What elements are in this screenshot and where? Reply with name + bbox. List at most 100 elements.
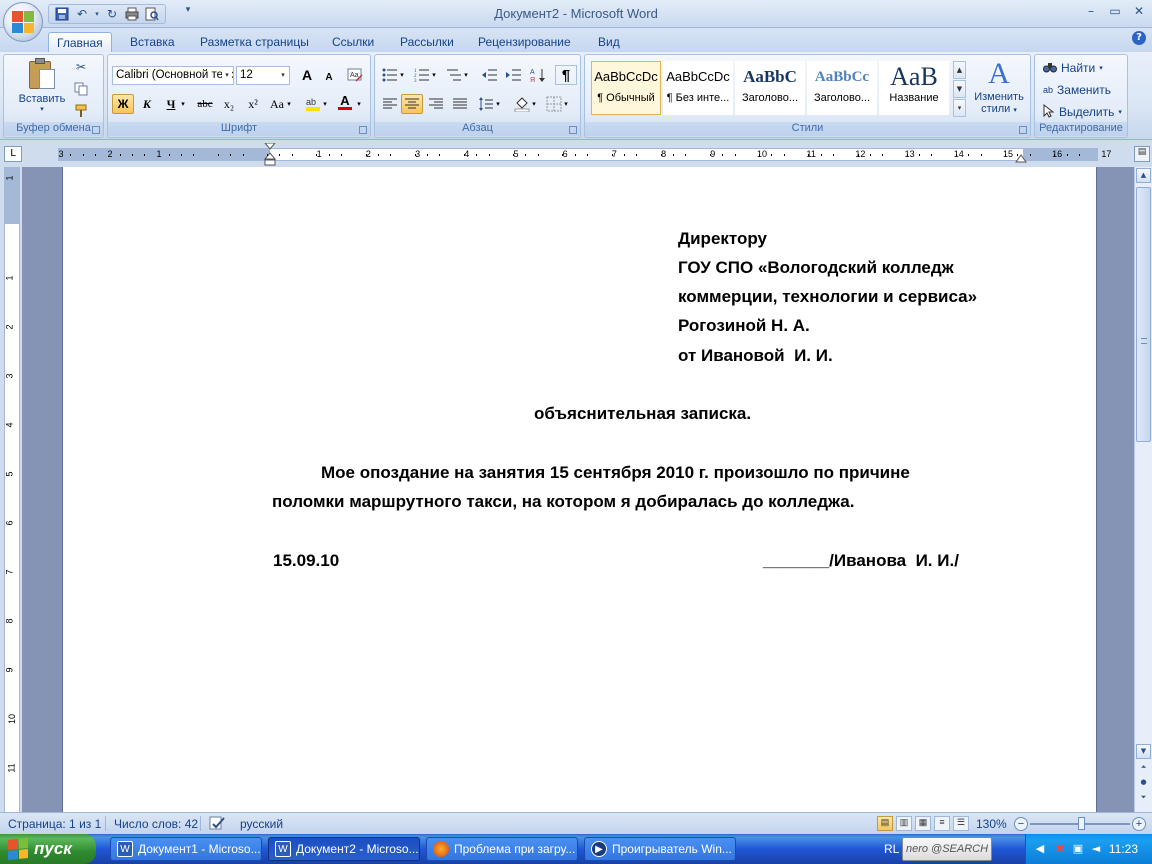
- cut-icon[interactable]: ✂: [72, 58, 90, 76]
- vertical-ruler[interactable]: 1 1 2 3 4 5 6 7 8 9 10 11: [4, 167, 20, 812]
- spelling-check-icon[interactable]: [208, 815, 226, 834]
- taskbar-item-media-player[interactable]: ▶ Проигрыватель Win...: [584, 837, 736, 861]
- outline-view-icon[interactable]: ≡: [934, 816, 950, 831]
- view-ruler-icon[interactable]: ▤: [1134, 146, 1150, 162]
- font-launcher-icon[interactable]: [359, 126, 367, 134]
- volume-icon[interactable]: ◄: [1088, 841, 1104, 857]
- style-no-spacing[interactable]: AaBbCcDc ¶ Без инте...: [663, 61, 733, 115]
- font-size-dropdown-icon[interactable]: ▾: [278, 68, 288, 83]
- zoom-in-button[interactable]: +: [1132, 817, 1146, 831]
- vertical-scrollbar[interactable]: ▲ ▼ ⏶ ● ⏷: [1134, 167, 1152, 812]
- font-color-dropdown-icon[interactable]: ▾: [354, 94, 364, 114]
- justify-icon[interactable]: [449, 94, 471, 114]
- tab-insert[interactable]: Вставка: [122, 32, 183, 52]
- scroll-up-icon[interactable]: ▲: [1136, 168, 1151, 183]
- strikethrough-button[interactable]: abc: [194, 94, 216, 114]
- tab-references[interactable]: Ссылки: [324, 32, 382, 52]
- word-count[interactable]: Число слов: 42: [114, 817, 198, 831]
- document-page[interactable]: Директору ГОУ СПО «Вологодский колледж к…: [62, 167, 1097, 812]
- tab-page-layout[interactable]: Разметка страницы: [192, 32, 317, 52]
- paste-button[interactable]: Вставить ▾: [12, 57, 72, 113]
- zoom-out-button[interactable]: −: [1014, 817, 1028, 831]
- borders-dropdown-icon[interactable]: ▾: [561, 94, 571, 114]
- help-icon[interactable]: ?: [1132, 31, 1146, 45]
- antivirus-icon[interactable]: ✖: [1052, 841, 1068, 857]
- indent-markers-icon[interactable]: [264, 143, 276, 167]
- italic-button[interactable]: К: [136, 94, 158, 114]
- change-case-dropdown-icon[interactable]: ▾: [284, 94, 294, 114]
- taskbar-item-firefox[interactable]: Проблема при загру...: [426, 837, 578, 861]
- next-page-icon[interactable]: ⏷: [1136, 791, 1151, 806]
- taskbar-item-document2[interactable]: W Документ2 - Microso...: [268, 837, 420, 861]
- font-color-button[interactable]: A: [334, 92, 356, 112]
- clipboard-launcher-icon[interactable]: [92, 126, 100, 134]
- print-layout-view-icon[interactable]: ▤: [877, 816, 893, 831]
- highlight-dropdown-icon[interactable]: ▾: [320, 94, 330, 114]
- line-spacing-dropdown-icon[interactable]: ▾: [493, 94, 503, 114]
- web-layout-view-icon[interactable]: ▦: [915, 816, 931, 831]
- gallery-more-icon[interactable]: ▾: [953, 99, 966, 117]
- show-formatting-marks-button[interactable]: ¶: [555, 65, 577, 85]
- format-painter-icon[interactable]: [72, 102, 90, 120]
- numbering-dropdown-icon[interactable]: ▾: [429, 65, 439, 85]
- bullets-dropdown-icon[interactable]: ▾: [397, 65, 407, 85]
- maximize-button[interactable]: ▭: [1104, 4, 1126, 22]
- styles-launcher-icon[interactable]: [1019, 126, 1027, 134]
- tab-home[interactable]: Главная: [48, 32, 112, 52]
- shrink-font-button[interactable]: A: [318, 67, 340, 87]
- tray-expand-icon[interactable]: ◀: [1032, 841, 1048, 857]
- select-button[interactable]: Выделить ▾: [1043, 102, 1122, 122]
- zoom-level[interactable]: 130%: [976, 817, 1007, 831]
- close-button[interactable]: ✕: [1128, 4, 1150, 22]
- font-name-dropdown-icon[interactable]: ▾: [222, 68, 232, 83]
- underline-dropdown-icon[interactable]: ▾: [178, 94, 188, 114]
- find-button[interactable]: Найти ▾: [1043, 58, 1103, 78]
- draft-view-icon[interactable]: ☰: [953, 816, 969, 831]
- tab-selector-button[interactable]: L: [4, 146, 22, 162]
- paste-dropdown-icon[interactable]: ▾: [12, 105, 72, 113]
- scroll-thumb[interactable]: [1136, 187, 1151, 442]
- tab-view[interactable]: Вид: [590, 32, 628, 52]
- copy-icon[interactable]: [72, 80, 90, 98]
- replace-button[interactable]: ab Заменить: [1043, 80, 1111, 100]
- zoom-slider-thumb[interactable]: [1078, 817, 1085, 830]
- full-screen-reading-view-icon[interactable]: ▥: [896, 816, 912, 831]
- taskbar-item-document1[interactable]: W Документ1 - Microso...: [110, 837, 262, 861]
- superscript-button[interactable]: x²: [242, 94, 264, 114]
- bold-button[interactable]: Ж: [112, 94, 134, 114]
- nero-search-widget[interactable]: nero @SEARCH: [902, 837, 992, 861]
- clear-formatting-icon[interactable]: Aa: [344, 65, 366, 85]
- start-button[interactable]: пуск: [0, 834, 96, 864]
- tab-review[interactable]: Рецензирование: [470, 32, 579, 52]
- office-button[interactable]: [3, 2, 43, 42]
- style-heading-2[interactable]: AaBbCc Заголово...: [807, 61, 877, 115]
- multilevel-list-dropdown-icon[interactable]: ▾: [461, 65, 471, 85]
- align-left-icon[interactable]: [379, 94, 401, 114]
- font-size-combo[interactable]: 12 ▾: [236, 66, 290, 85]
- align-center-icon[interactable]: [401, 94, 423, 114]
- grow-font-button[interactable]: A: [296, 65, 318, 85]
- tab-mailings[interactable]: Рассылки: [392, 32, 462, 52]
- style-title[interactable]: AaB Название: [879, 61, 949, 115]
- subscript-button[interactable]: x₂: [218, 94, 240, 114]
- document-language[interactable]: русский: [240, 817, 283, 831]
- input-language-indicator[interactable]: RL: [884, 842, 899, 856]
- page-count[interactable]: Страница: 1 из 1: [8, 817, 101, 831]
- style-heading-1[interactable]: AaBbC Заголово...: [735, 61, 805, 115]
- increase-indent-icon[interactable]: [503, 65, 525, 85]
- paragraph-launcher-icon[interactable]: [569, 126, 577, 134]
- change-styles-button[interactable]: A Изменить стили ▾: [969, 57, 1029, 115]
- previous-page-icon[interactable]: ⏶: [1136, 761, 1151, 776]
- sort-icon[interactable]: AЯ: [527, 65, 549, 85]
- style-normal[interactable]: AaBbCcDc ¶ Обычный: [591, 61, 661, 115]
- minimize-button[interactable]: –: [1080, 4, 1102, 22]
- horizontal-ruler[interactable]: 3 2 1 1 2 3 4 5 6 7 8 9 10 11 12 13 14 15 16 17: [58, 143, 1111, 166]
- gallery-scroll-down-icon[interactable]: ▼: [953, 80, 966, 98]
- gallery-scroll-up-icon[interactable]: ▲: [953, 61, 966, 79]
- decrease-indent-icon[interactable]: [479, 65, 501, 85]
- browse-object-icon[interactable]: ●: [1136, 776, 1151, 791]
- shading-dropdown-icon[interactable]: ▾: [529, 94, 539, 114]
- network-icon[interactable]: ▣: [1070, 841, 1086, 857]
- align-right-icon[interactable]: [425, 94, 447, 114]
- font-name-combo[interactable]: Calibri (Основной текст) ▾: [112, 66, 234, 85]
